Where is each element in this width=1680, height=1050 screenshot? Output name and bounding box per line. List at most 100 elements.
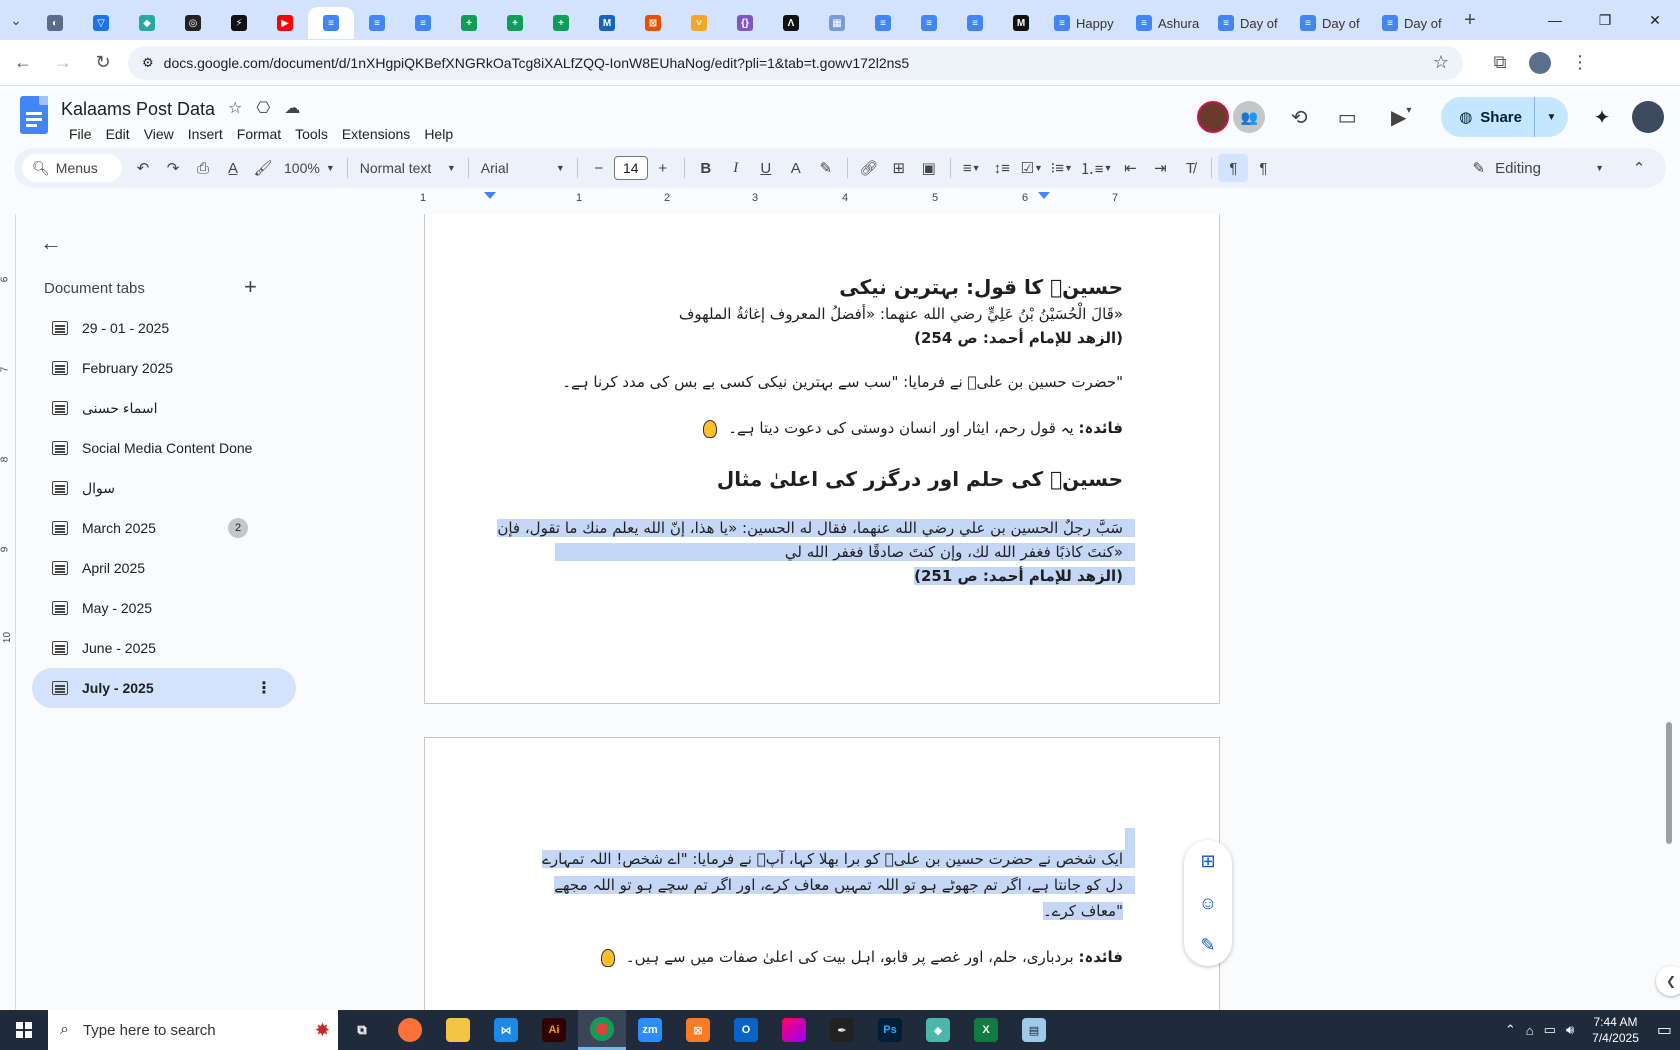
hide-menus-chevron-up-icon[interactable]: ⌃ xyxy=(1624,154,1654,182)
zoom-icon[interactable]: zm xyxy=(626,1010,674,1050)
font-size-input[interactable]: 14 xyxy=(613,156,648,180)
decrease-font-size-icon[interactable]: − xyxy=(584,154,614,182)
browser-tab[interactable]: ˅ xyxy=(676,7,722,39)
urdu-translation-2-line-3[interactable]: "معاف کرے۔ xyxy=(1042,902,1123,920)
line-spacing-icon[interactable]: ↕≡ xyxy=(987,154,1017,182)
browser-tab[interactable]: ≡ Happy xyxy=(1044,7,1126,39)
browser-tab[interactable]: ▦ xyxy=(814,7,860,39)
start-button[interactable] xyxy=(0,1010,48,1050)
align-icon[interactable]: ≡ ▼ xyxy=(957,154,987,182)
show-hidden-icons-chevron-icon[interactable]: ⌃ xyxy=(1505,1022,1516,1038)
browser-tab[interactable]: Λ xyxy=(768,7,814,39)
numbered-list-icon[interactable]: ⒈≡ ▼ xyxy=(1077,154,1116,182)
comments-icon[interactable]: ▭ xyxy=(1323,105,1371,130)
browser-tab[interactable]: ⊠ xyxy=(630,7,676,39)
paint-format-icon[interactable]: 🖌︎ xyxy=(248,154,278,182)
urdu-translation-2-line-1[interactable]: ایک شخص نے حضرت حسین بن علیؓ کو برا بھلا… xyxy=(542,850,1135,868)
add-tab-icon[interactable]: + xyxy=(244,274,257,300)
ltr-paragraph-icon[interactable]: ¶ xyxy=(1218,154,1249,182)
share-button[interactable]: ◍ Share ▼ xyxy=(1441,97,1568,137)
menu-view[interactable]: View xyxy=(137,124,181,144)
document-page[interactable]: ایک شخص نے حضرت حسین بن علیؓ کو برا بھلا… xyxy=(424,737,1220,1014)
browser-tab[interactable]: ≡ Day of xyxy=(1208,7,1290,39)
document-tab-item[interactable]: July - 2025 ⋮ xyxy=(32,668,296,708)
tab-options-kebab-icon[interactable]: ⋮ xyxy=(256,678,272,698)
document-tab-item[interactable]: Social Media Content Done xyxy=(32,428,296,468)
highlight-icon[interactable]: ✎ xyxy=(811,154,841,182)
style-dropdown[interactable]: Normal text ▼ xyxy=(354,160,462,176)
document-tab-item[interactable]: February 2025 xyxy=(32,348,296,388)
chrome-icon[interactable] xyxy=(578,1010,626,1050)
menu-tools[interactable]: Tools xyxy=(288,124,335,144)
task-view-icon[interactable]: ⧉ xyxy=(338,1010,386,1050)
gemini-sparkle-icon[interactable]: ✦ xyxy=(1578,105,1626,130)
excel-icon[interactable]: X xyxy=(962,1010,1010,1050)
xampp-icon[interactable]: ⊠ xyxy=(674,1010,722,1050)
site-info-icon[interactable]: ⚙ xyxy=(142,55,154,71)
inkscape-icon[interactable]: ✒ xyxy=(818,1010,866,1050)
browser-tab[interactable]: ≡ xyxy=(952,7,998,39)
forward-arrow-icon[interactable]: → xyxy=(46,46,80,80)
document-tab-item[interactable]: March 2025 2 xyxy=(32,508,296,548)
browser-tab[interactable]: {} xyxy=(722,7,768,39)
browser-tab[interactable]: ≡ xyxy=(354,7,400,39)
browser-tab[interactable]: ≡ Ashura xyxy=(1126,7,1208,39)
notepad-icon[interactable]: ▤ xyxy=(1010,1010,1058,1050)
suggest-edit-icon[interactable]: ✎ xyxy=(1200,935,1215,956)
benefit-note-2[interactable]: فائدہ: بردباری، حلم، اور غصے پر قابو، اہ… xyxy=(601,948,1123,967)
new-tab-button[interactable]: + xyxy=(1454,6,1486,34)
browser-tab[interactable]: ▽ xyxy=(78,7,124,39)
browser-tab[interactable]: ▶ xyxy=(262,7,308,39)
urdu-translation-2-line-2[interactable]: دل کو جانتا ہے، اگر تم جھوٹے ہو تو اللہ … xyxy=(554,876,1135,894)
app-gem-icon[interactable]: ◆ xyxy=(914,1010,962,1050)
taskbar-search[interactable]: ⌕ Type here to search ✸ xyxy=(48,1010,338,1050)
insert-image-icon[interactable]: ▣ xyxy=(914,154,944,182)
menu-format[interactable]: Format xyxy=(230,124,288,144)
insert-link-icon[interactable]: 🔗︎ xyxy=(854,154,884,182)
display-icon[interactable]: ▭ xyxy=(1544,1022,1556,1038)
arabic-quote-2-line-2[interactable]: «كنتَ كاذبًا فغفر الله لك، وإن كنتَ صادق… xyxy=(554,543,1135,561)
increase-font-size-icon[interactable]: + xyxy=(648,154,678,182)
browser-tab[interactable]: ◎ xyxy=(170,7,216,39)
star-icon[interactable]: ☆ xyxy=(228,98,242,118)
menus-search[interactable]: 🔍︎ Menus xyxy=(22,154,122,182)
bold-icon[interactable]: B xyxy=(691,154,721,182)
account-avatar[interactable] xyxy=(1632,101,1664,133)
bookmark-star-icon[interactable]: ☆ xyxy=(1433,52,1449,73)
docs-logo-icon[interactable] xyxy=(20,96,48,134)
illustrator-icon[interactable]: Ai xyxy=(530,1010,578,1050)
bulleted-list-icon[interactable]: ⁝≡ ▼ xyxy=(1047,154,1077,182)
italic-icon[interactable]: I xyxy=(721,154,751,182)
paint-icon[interactable] xyxy=(770,1010,818,1050)
editing-mode-dropdown[interactable]: ✎ Editing ▼ xyxy=(1459,159,1625,178)
browser-tab[interactable]: ≡ xyxy=(906,7,952,39)
browser-tab[interactable]: ≡ Day of xyxy=(1372,7,1454,39)
photoshop-icon[interactable]: Ps xyxy=(866,1010,914,1050)
document-tab-item[interactable]: April 2025 xyxy=(32,548,296,588)
meet-camera-icon[interactable]: ▶ ▾ xyxy=(1371,105,1431,130)
meet-participant-icon[interactable]: 👥 xyxy=(1233,101,1266,133)
extensions-puzzle-icon[interactable]: ⧉ xyxy=(1483,46,1517,80)
document-tab-item[interactable]: سوال xyxy=(32,468,296,508)
document-tab-item[interactable]: June - 2025 xyxy=(32,628,296,668)
menu-insert[interactable]: Insert xyxy=(181,124,230,144)
indent-marker-right[interactable] xyxy=(1038,192,1050,199)
back-arrow-icon[interactable]: ← xyxy=(40,230,62,256)
restore-icon[interactable]: ❐ xyxy=(1580,0,1630,40)
volume-icon[interactable]: 🔊︎ xyxy=(1566,1022,1574,1038)
print-icon[interactable]: ⎙ xyxy=(188,154,218,182)
share-dropdown-chevron-icon[interactable]: ▼ xyxy=(1534,97,1568,137)
file-explorer-icon[interactable] xyxy=(434,1010,482,1050)
browser-tab[interactable]: ≡ Day of xyxy=(1290,7,1372,39)
move-folder-icon[interactable]: ⎔ xyxy=(256,98,270,118)
reload-icon[interactable]: ↻ xyxy=(86,46,120,80)
notifications-icon[interactable]: ▭ xyxy=(1657,1020,1672,1040)
redo-icon[interactable]: ↷ xyxy=(158,154,188,182)
indent-marker-left[interactable] xyxy=(484,192,496,199)
arabic-quote-1[interactable]: «قَالَ الْحُسَيْنُ بْنُ عَلِيٍّ رضي الله… xyxy=(679,305,1123,323)
url-omnibox[interactable]: ⚙ docs.google.com/document/d/1nXHgpiQKBe… xyxy=(128,45,1463,80)
heading-husain-best-deed[interactable]: حسینؓ کا قول: بہترین نیکی xyxy=(839,275,1123,299)
taskbar-clock[interactable]: 7:44 AM 7/4/2025 xyxy=(1584,1014,1647,1046)
browser-tab[interactable]: ≡ xyxy=(860,7,906,39)
cloud-status-icon[interactable]: ☁ xyxy=(284,98,300,118)
